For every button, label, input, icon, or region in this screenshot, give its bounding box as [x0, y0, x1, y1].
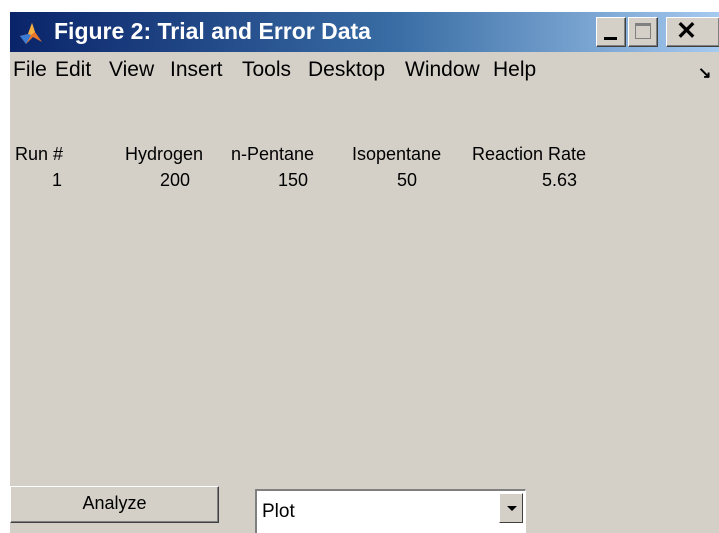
- cell-isopentane: 50: [397, 170, 418, 190]
- cell-n-pentane: 150: [278, 170, 309, 190]
- menu-window[interactable]: Window: [405, 58, 480, 82]
- dropdown-button[interactable]: [499, 493, 523, 523]
- minimize-icon: [604, 37, 617, 40]
- cell-run: 1: [52, 170, 63, 190]
- menu-help[interactable]: Help: [493, 58, 536, 82]
- close-button[interactable]: ✕: [666, 17, 719, 47]
- menu-view[interactable]: View: [109, 58, 154, 82]
- header-n-pentane: n-Pentane: [231, 144, 315, 164]
- minimize-button[interactable]: [596, 17, 626, 47]
- matlab-icon: [20, 23, 42, 44]
- header-reaction-rate: Reaction Rate: [472, 144, 587, 164]
- plot-select-value: Plot: [262, 501, 295, 522]
- maximize-button[interactable]: [628, 17, 658, 47]
- plot-select[interactable]: Plot: [255, 489, 526, 533]
- header-run: Run #: [15, 144, 64, 164]
- header-hydrogen: Hydrogen: [125, 144, 204, 164]
- figure-window: Figure 2: Trial and Error Data ✕ File Ed…: [10, 12, 719, 533]
- menu-tools[interactable]: Tools: [242, 58, 291, 82]
- window-title: Figure 2: Trial and Error Data: [54, 18, 371, 44]
- analyze-button[interactable]: Analyze: [10, 486, 219, 523]
- toolbar-overflow-icon[interactable]: ↘: [698, 63, 711, 83]
- cell-hydrogen: 200: [160, 170, 191, 190]
- close-icon: ✕: [676, 17, 697, 45]
- menu-edit[interactable]: Edit: [55, 58, 91, 82]
- menu-desktop[interactable]: Desktop: [308, 58, 385, 82]
- maximize-icon: [635, 23, 651, 39]
- header-isopentane: Isopentane: [352, 144, 442, 164]
- menu-bar: File Edit View Insert Tools Desktop Wind…: [10, 52, 719, 90]
- title-bar[interactable]: Figure 2: Trial and Error Data ✕: [10, 12, 719, 52]
- cell-reaction-rate: 5.63: [542, 170, 578, 190]
- menu-insert[interactable]: Insert: [170, 58, 223, 82]
- chevron-down-icon: [507, 506, 517, 511]
- menu-file[interactable]: File: [13, 58, 47, 82]
